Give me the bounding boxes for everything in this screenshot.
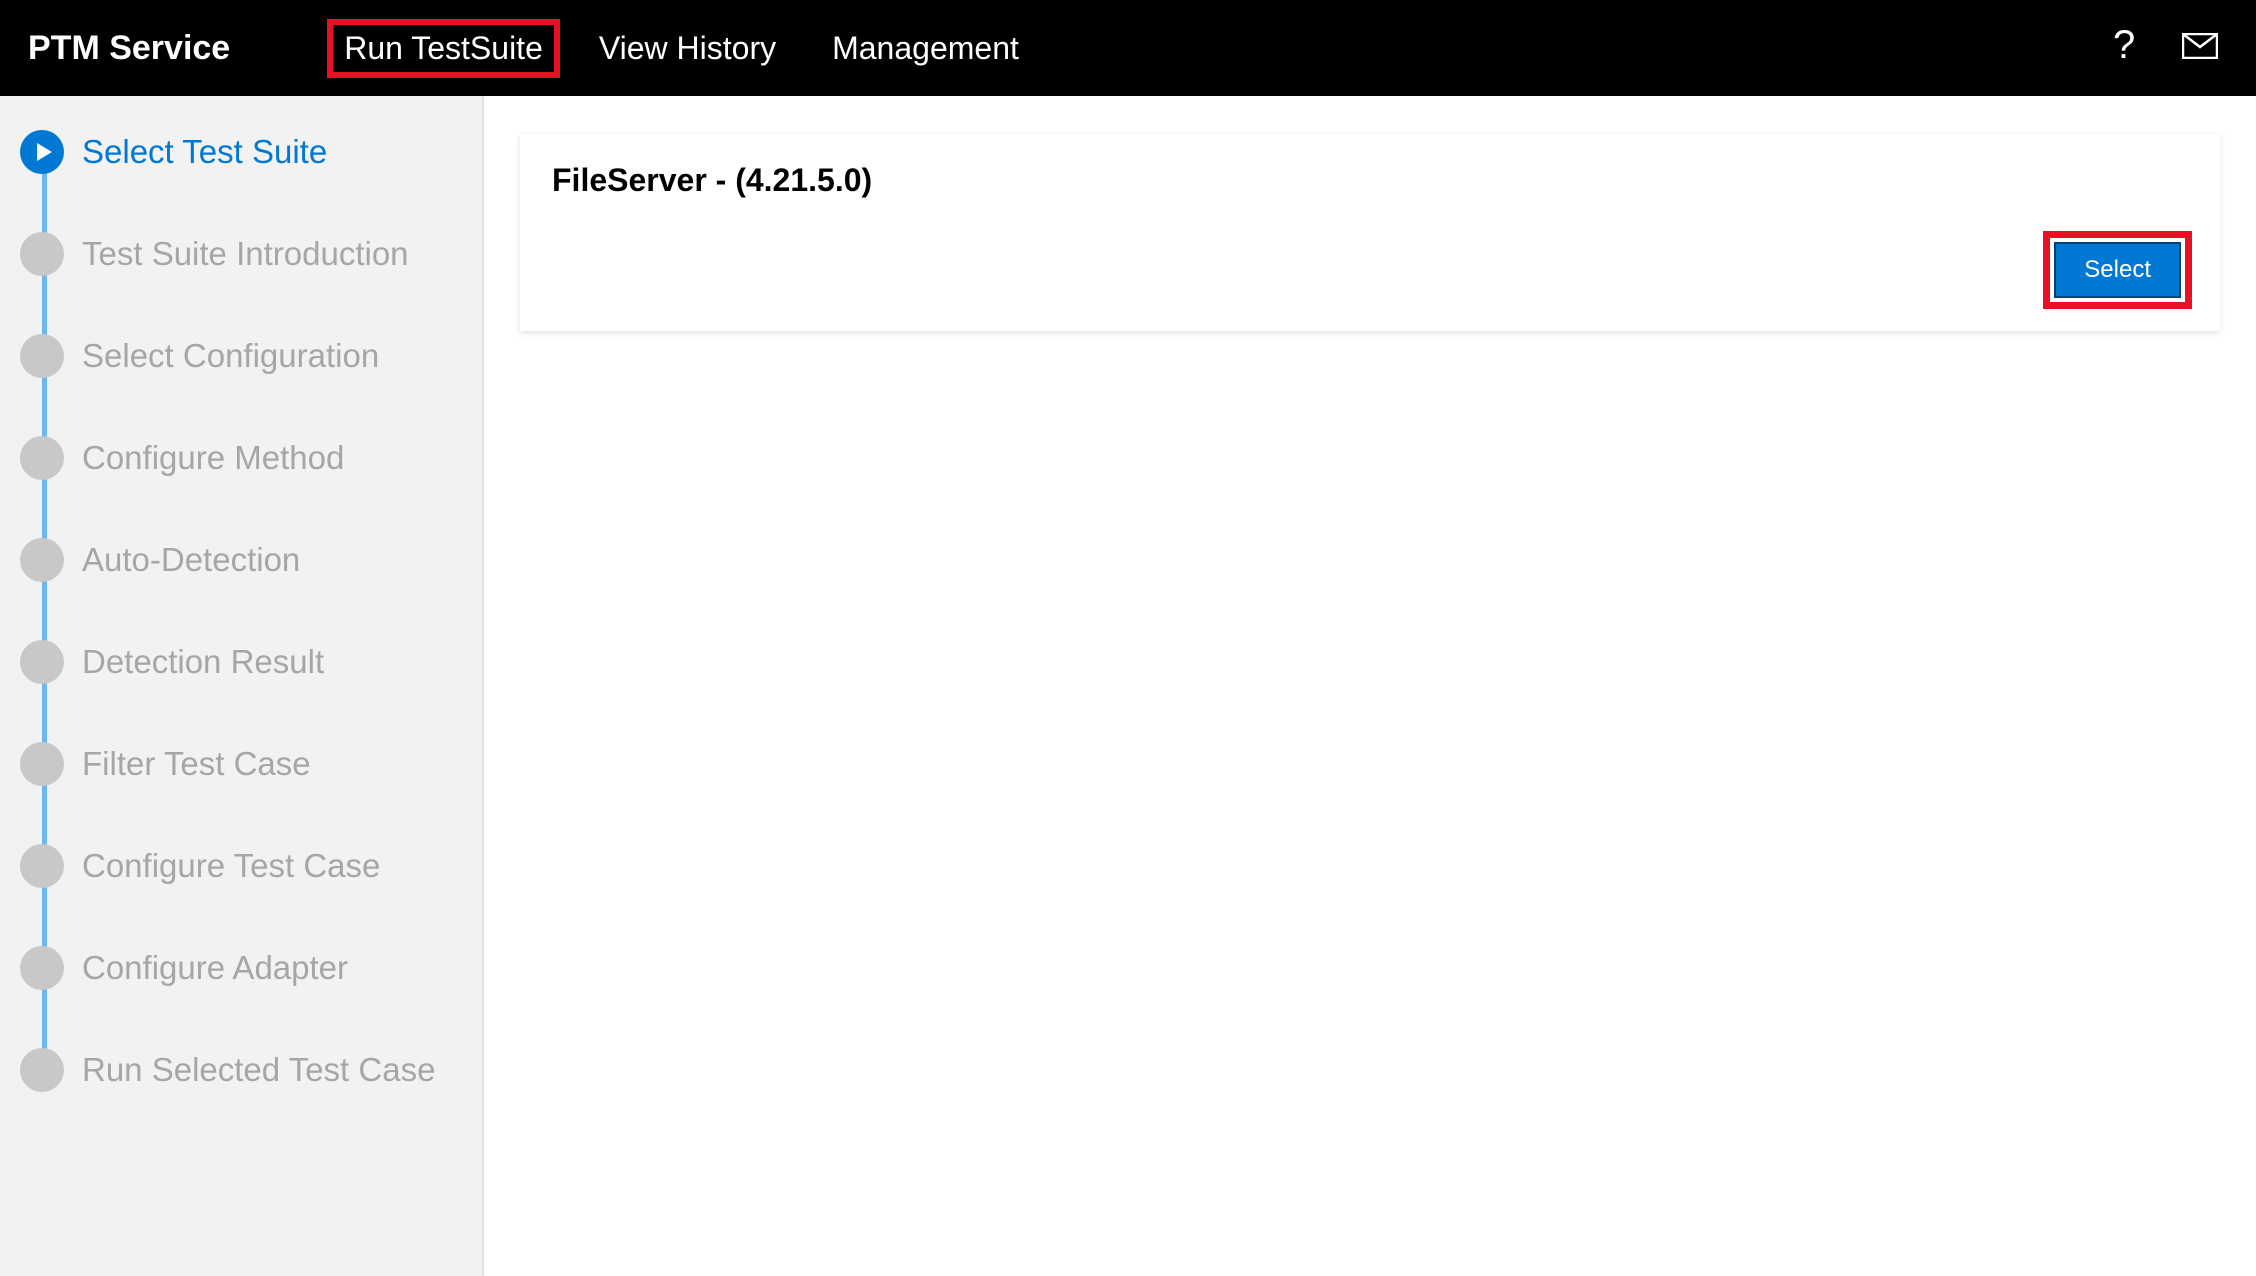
header-right: ? — [2106, 26, 2228, 71]
help-icon[interactable]: ? — [2106, 26, 2136, 71]
step-configure-adapter[interactable]: Configure Adapter — [20, 946, 462, 990]
step-configure-test-case[interactable]: Configure Test Case — [20, 844, 462, 888]
nav-items: Run TestSuite View History Management — [330, 22, 1033, 75]
nav-view-history[interactable]: View History — [585, 22, 790, 75]
step-label: Select Test Suite — [82, 133, 327, 171]
step-circle — [20, 1048, 64, 1092]
step-circle — [20, 538, 64, 582]
main-container: Select Test Suite Test Suite Introductio… — [0, 96, 2256, 1276]
card-actions: Select — [552, 235, 2188, 305]
step-label: Auto-Detection — [82, 541, 300, 579]
nav-run-testsuite[interactable]: Run TestSuite — [330, 22, 557, 75]
step-run-selected-test-case[interactable]: Run Selected Test Case — [20, 1048, 462, 1092]
card-title: FileServer - (4.21.5.0) — [552, 162, 2188, 199]
step-auto-detection[interactable]: Auto-Detection — [20, 538, 462, 582]
step-label: Test Suite Introduction — [82, 235, 409, 273]
step-connector-line — [42, 160, 47, 1080]
step-label: Filter Test Case — [82, 745, 311, 783]
step-label: Configure Test Case — [82, 847, 380, 885]
nav-management[interactable]: Management — [818, 22, 1033, 75]
step-circle — [20, 436, 64, 480]
step-list: Select Test Suite Test Suite Introductio… — [20, 130, 462, 1092]
step-label: Detection Result — [82, 643, 324, 681]
step-detection-result[interactable]: Detection Result — [20, 640, 462, 684]
mail-icon[interactable] — [2182, 33, 2218, 64]
play-icon — [37, 143, 52, 161]
app-title: PTM Service — [28, 29, 230, 68]
step-select-test-suite[interactable]: Select Test Suite — [20, 130, 462, 174]
svg-text:?: ? — [2113, 26, 2135, 66]
step-filter-test-case[interactable]: Filter Test Case — [20, 742, 462, 786]
step-circle — [20, 334, 64, 378]
content-area: FileServer - (4.21.5.0) Select — [484, 96, 2256, 1276]
step-label: Configure Adapter — [82, 949, 348, 987]
test-suite-card: FileServer - (4.21.5.0) Select — [520, 134, 2220, 331]
step-configure-method[interactable]: Configure Method — [20, 436, 462, 480]
step-circle — [20, 946, 64, 990]
step-circle — [20, 640, 64, 684]
step-circle — [20, 742, 64, 786]
select-button-highlight: Select — [2047, 235, 2188, 305]
step-label: Select Configuration — [82, 337, 379, 375]
sidebar: Select Test Suite Test Suite Introductio… — [0, 96, 484, 1276]
step-test-suite-introduction[interactable]: Test Suite Introduction — [20, 232, 462, 276]
step-circle-active — [20, 130, 64, 174]
step-label: Configure Method — [82, 439, 344, 477]
step-label: Run Selected Test Case — [82, 1051, 435, 1089]
select-button[interactable]: Select — [2054, 242, 2181, 298]
step-select-configuration[interactable]: Select Configuration — [20, 334, 462, 378]
step-circle — [20, 232, 64, 276]
step-circle — [20, 844, 64, 888]
app-header: PTM Service Run TestSuite View History M… — [0, 0, 2256, 96]
